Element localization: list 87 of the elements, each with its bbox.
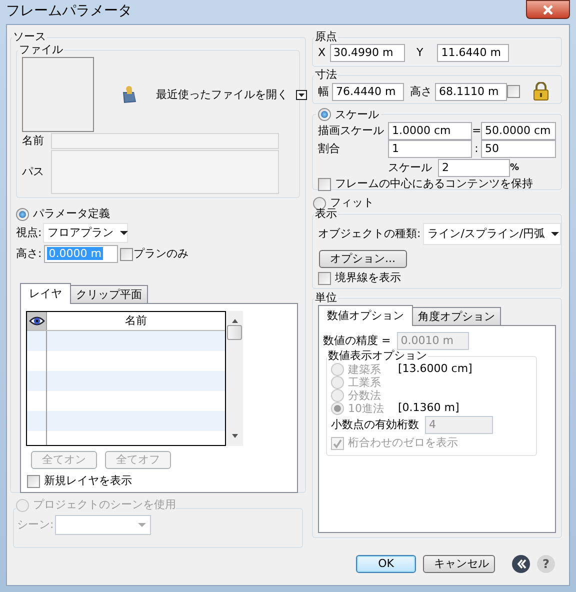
equals-sign: = <box>472 124 481 138</box>
eye-icon[interactable] <box>28 315 44 327</box>
ratio-field[interactable]: 50 <box>481 140 556 158</box>
ratio-field[interactable]: 1 <box>388 140 472 158</box>
column-header[interactable]: 名前 <box>47 312 225 330</box>
y-field[interactable]: 11.6440 m <box>437 44 510 62</box>
field-label: 高さ <box>410 84 432 98</box>
drawing-scale-field[interactable]: 1.0000 cm <box>388 122 472 140</box>
field-label: 小数点の有効桁数 <box>331 418 419 432</box>
checkbox-label: 桁合わせのゼロを表示 <box>348 436 458 450</box>
field-label: X <box>318 46 326 60</box>
back-icon[interactable] <box>512 555 530 573</box>
ok-button[interactable]: OK <box>356 555 416 573</box>
sample-text: [0.1360 m] <box>398 401 460 415</box>
field-label: 高さ: <box>16 247 42 261</box>
scrollbar[interactable] <box>226 311 243 446</box>
checkbox[interactable] <box>27 474 40 488</box>
path-field[interactable] <box>51 150 279 194</box>
radio-button[interactable] <box>318 108 331 121</box>
recent-files-link[interactable]: 最近使ったファイルを開く <box>156 88 288 102</box>
field-label: 割合 <box>318 142 341 156</box>
tab[interactable]: クリップ平面 <box>70 285 148 303</box>
radio-button[interactable] <box>313 196 326 210</box>
tab[interactable]: 数値オプション <box>318 305 413 326</box>
lock-icon[interactable] <box>533 82 549 101</box>
object-type-dropdown[interactable]: ライン/スプライン/円弧 <box>422 223 561 245</box>
checkbox-label: フレームの中心にあるコンテンツを保持 <box>335 177 533 191</box>
caret-icon <box>120 231 128 235</box>
field-label: 視点: <box>16 226 42 240</box>
group-title: 寸法 <box>314 69 338 81</box>
checkbox[interactable] <box>507 85 520 98</box>
close-icon[interactable] <box>542 4 554 14</box>
radio-label: パラメータ定義 <box>33 207 110 221</box>
scene-dropdown[interactable] <box>54 515 151 535</box>
group-title: 単位 <box>314 292 338 304</box>
checkbox-label: 新規レイヤを表示 <box>44 474 132 488</box>
radio-label: 10進法 <box>348 402 384 414</box>
field-label: 描画スケール <box>318 124 385 138</box>
field-label: オブジェクトの種類: <box>318 227 421 241</box>
width-field[interactable]: 76.4440 m <box>332 82 404 100</box>
group-title: 原点 <box>314 31 338 43</box>
field-label: Y <box>416 46 424 60</box>
radio-label: 分数法 <box>348 390 381 402</box>
group-title: 数値表示オプション <box>327 350 428 362</box>
radio-label: プロジェクトのシーンを使用 <box>33 498 176 512</box>
height-field[interactable]: 68.1110 m <box>435 82 507 100</box>
scroll-up-icon[interactable] <box>232 319 238 323</box>
scroll-down-icon[interactable] <box>232 434 238 438</box>
radio-label: 工業系 <box>348 376 381 388</box>
percent-sign: % <box>510 162 520 175</box>
x-field[interactable]: 30.4990 m <box>330 44 405 62</box>
checkbox-label: 境界線を表示 <box>335 271 401 285</box>
group-title: 表示 <box>314 208 338 220</box>
options-button[interactable]: オプション... <box>319 250 406 268</box>
field-label: 数値の精度 = <box>323 334 391 348</box>
tab[interactable]: 角度オプション <box>412 307 501 325</box>
help-button[interactable]: ? <box>537 555 555 573</box>
real-scale-field[interactable]: 50.0000 cm <box>481 122 556 140</box>
colon-sign: : <box>474 142 480 156</box>
checkbox-label: プランのみ <box>134 247 189 261</box>
radio-label: 建築系 <box>348 364 381 376</box>
folder-icon[interactable] <box>120 85 138 104</box>
name-field[interactable] <box>51 133 279 149</box>
cancel-button[interactable]: キャンセル <box>423 555 495 573</box>
caret-icon <box>138 523 146 527</box>
checkbox[interactable] <box>120 248 133 260</box>
radio-label: フィット <box>330 196 374 209</box>
radio-button[interactable] <box>16 208 29 220</box>
field-label: シーン: <box>17 518 54 532</box>
radio-label: スケール <box>335 108 379 120</box>
caret-icon <box>551 232 560 236</box>
view-dropdown[interactable]: フロアプラン <box>42 223 128 243</box>
scale-field[interactable]: 2 <box>438 159 510 177</box>
checkbox[interactable] <box>318 178 331 190</box>
scrollbar-thumb[interactable] <box>227 325 242 340</box>
close-button[interactable] <box>526 0 570 19</box>
window-title: フレームパラメータ <box>5 2 132 21</box>
group-title: ソース <box>12 31 47 43</box>
group-title: ファイル <box>18 44 64 56</box>
field-label: 幅 <box>318 84 329 98</box>
field-label: パス <box>22 165 45 179</box>
checkbox[interactable] <box>318 272 331 284</box>
tab[interactable]: レイヤ <box>20 283 71 304</box>
field-label: 名前 <box>22 134 45 148</box>
field-label: スケール <box>388 161 432 175</box>
sample-text: [13.6000 cm] <box>398 362 472 376</box>
dropdown-icon[interactable] <box>296 90 307 100</box>
